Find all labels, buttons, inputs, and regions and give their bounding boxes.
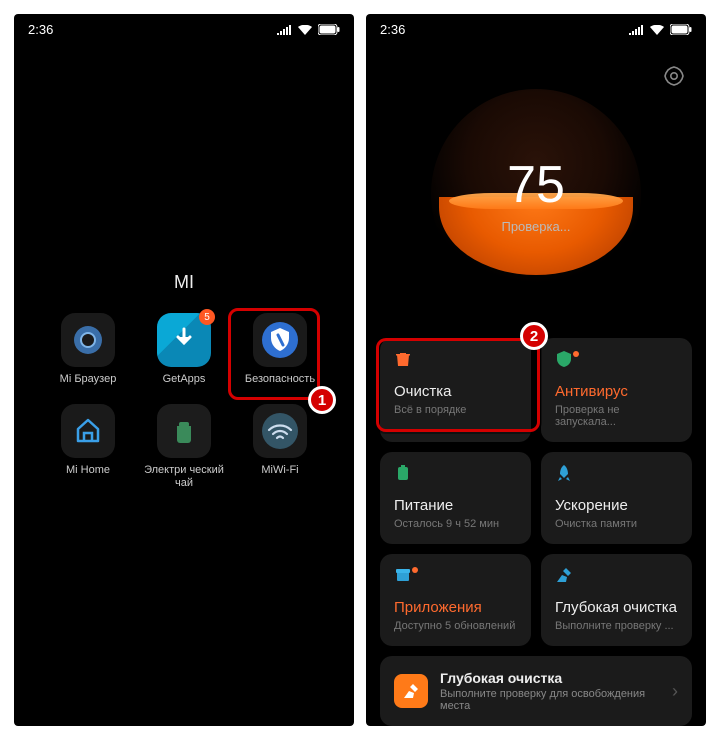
chevron-right-icon: › [672,681,678,702]
card-subtitle: Очистка памяти [555,518,678,530]
card-subtitle: Проверка не запускала... [555,404,678,428]
app-label: Mi Браузер [60,373,117,386]
card-title: Ускорение [555,497,678,514]
miwifi-icon [253,404,307,458]
alert-dot [412,567,418,573]
score-orb[interactable]: 75 Проверка... [431,89,641,299]
card-apps[interactable]: Приложения Доступно 5 обновлений [380,554,531,646]
rocket-icon [555,464,573,482]
feature-cards: Очистка Всё в порядке Антивирус Проверка… [366,338,706,726]
folder-title: MI [14,272,354,293]
card-title: Глубокая очистка [555,599,678,616]
app-folder: MI Mi Браузер 5 GetApps Безопасность [14,272,354,490]
card-cleanup[interactable]: Очистка Всё в порядке [380,338,531,442]
card-battery[interactable]: Питание Осталось 9 ч 52 мин [380,452,531,544]
score-area: 75 Проверка... [366,50,706,332]
mi-browser-icon [61,313,115,367]
status-time: 2:36 [380,22,405,37]
battery-icon [670,24,692,35]
status-icons [629,24,692,35]
signal-icon [629,25,644,35]
broom-icon [555,566,573,584]
card-boost[interactable]: Ускорение Очистка памяти [541,452,692,544]
card-title: Питание [394,497,517,514]
app-security[interactable]: Безопасность [235,313,325,386]
shield-icon [555,350,573,368]
score-value: 75 [507,155,565,215]
app-label: MiWi-Fi [261,464,298,477]
callout-2: 2 [520,322,548,350]
card-title: Очистка [394,383,517,400]
app-mi-browser[interactable]: Mi Браузер [43,313,133,386]
badge-count: 5 [199,309,215,325]
battery-icon [394,464,412,482]
app-kettle[interactable]: Электри ческий чай [139,404,229,490]
callout-1: 1 [308,386,336,414]
phone-left: 2:36 MI Mi Браузер 5 GetApps [14,14,354,726]
trash-icon [394,350,412,368]
battery-icon [318,24,340,35]
security-icon [253,313,307,367]
app-mihome[interactable]: Mi Home [43,404,133,490]
wifi-icon [650,25,664,35]
kettle-icon [157,404,211,458]
app-label: Mi Home [66,464,110,477]
app-grid: Mi Браузер 5 GetApps Безопасность [14,313,354,490]
app-label: Электри ческий чай [141,464,227,490]
alert-dot [573,351,579,357]
wifi-icon [298,25,312,35]
status-time: 2:36 [28,22,53,37]
app-miwifi[interactable]: MiWi-Fi [235,404,325,490]
app-label: GetApps [163,373,206,386]
card-title: Приложения [394,599,517,616]
card-subtitle: Всё в порядке [394,404,517,416]
promo-title: Глубокая очистка [440,670,660,686]
card-deepclean[interactable]: Глубокая очистка Выполните проверку ... [541,554,692,646]
status-bar: 2:36 [366,14,706,41]
card-antivirus[interactable]: Антивирус Проверка не запускала... [541,338,692,442]
status-bar: 2:36 [14,14,354,41]
card-subtitle: Доступно 5 обновлений [394,620,517,632]
card-subtitle: Выполните проверку ... [555,620,678,632]
mihome-icon [61,404,115,458]
app-label: Безопасность [245,373,315,386]
broom-icon [394,674,428,708]
card-deepclean-promo[interactable]: Глубокая очистка Выполните проверку для … [380,656,692,726]
app-getapps[interactable]: 5 GetApps [139,313,229,386]
score-status: Проверка... [501,219,570,234]
signal-icon [277,25,292,35]
phone-right: 2:36 75 Проверка... Очистка Всё в порядк… [366,14,706,726]
promo-subtitle: Выполните проверку для освобождения мест… [440,688,660,712]
getapps-icon: 5 [157,313,211,367]
card-subtitle: Осталось 9 ч 52 мин [394,518,517,530]
status-icons [277,24,340,35]
card-title: Антивирус [555,383,678,400]
box-icon [394,566,412,584]
